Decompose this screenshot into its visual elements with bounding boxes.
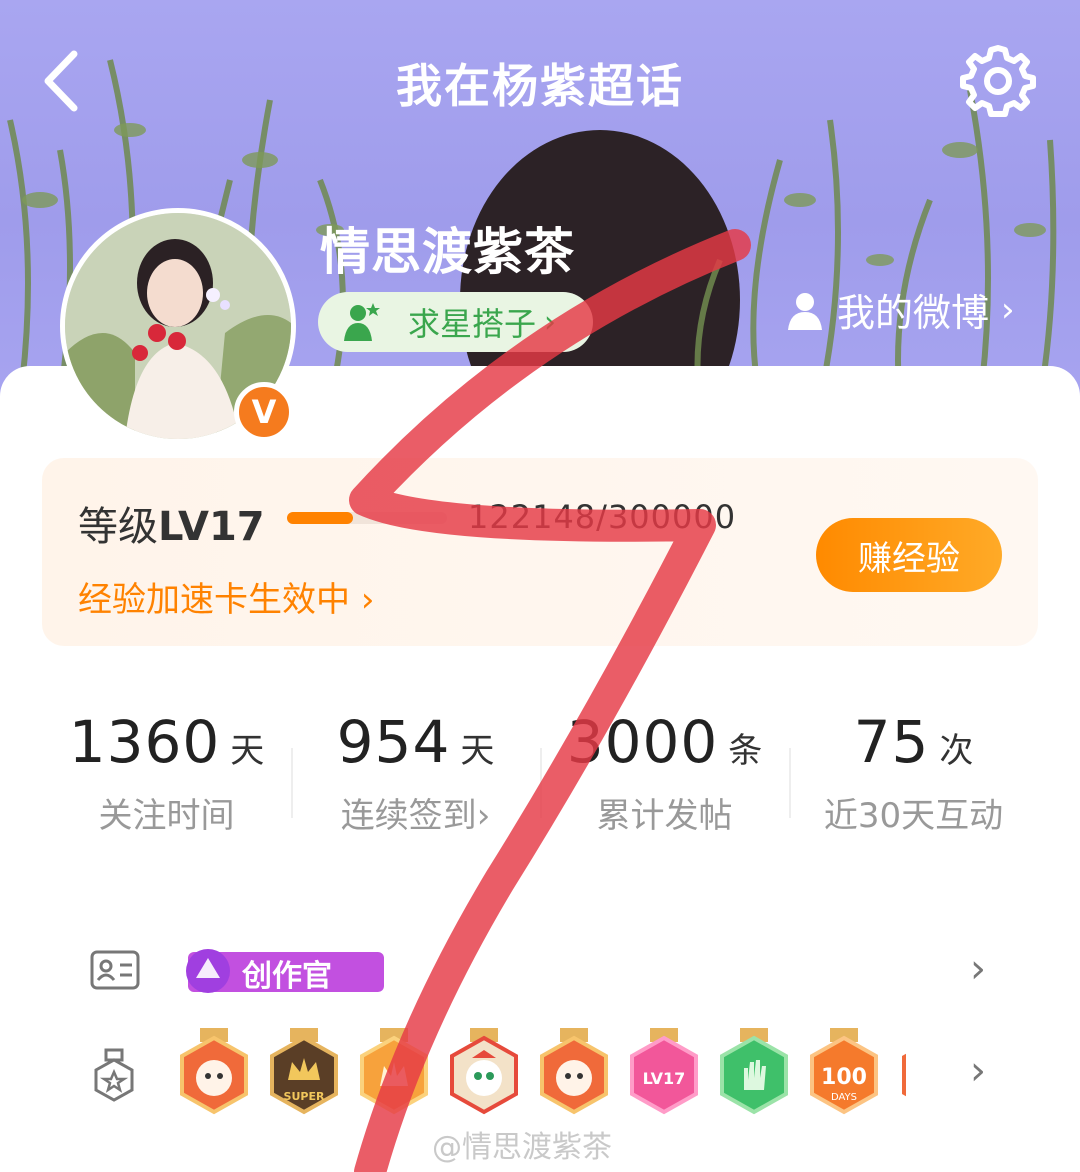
stat-unit: 天 [460,731,495,771]
stat-label: 近30天互动 [823,796,1004,836]
level-panel: 等级LV17 122148/300000 经验加速卡生效中 › 赚经验 [42,458,1038,646]
stat-value: 3000 [566,708,719,776]
dragon-medal-icon [180,1028,248,1115]
stat-follow-days: 1360 天 关注时间 [42,708,291,837]
100-days-medal-icon: 100 DAYS [810,1028,878,1115]
level-progress-bar [287,512,447,524]
person-star-icon [344,303,380,341]
exp-boost-label: 经验加速卡生效中 [78,580,350,620]
settings-gear-icon[interactable] [958,40,1038,120]
exp-boost-link[interactable]: 经验加速卡生效中 › [78,572,374,621]
medal-subtext: DAYS [831,1092,857,1103]
chevron-right-icon: › [544,304,557,340]
stat-unit: 条 [728,731,763,771]
stat-label: 关注时间 [98,796,235,836]
stats-panel: 1360 天 关注时间 954 天 连续签到› 3000 条 累计发帖 75 次 近30… [42,668,1038,878]
chevron-right-icon: › [476,796,491,836]
watermark: @情思渡紫茶 [432,1130,612,1165]
super-crown-medal-icon: SUPER [270,1028,338,1115]
person-icon [788,292,822,330]
stat-value: 75 [853,708,930,776]
stat-unit: 天 [230,731,265,771]
medal-text: SUPER [284,1090,325,1103]
my-weibo-label: 我的微博 [837,291,990,335]
stat-interactions-30d: 75 次 近30天互动 [789,708,1038,837]
creator-badge-label: 创作官 [242,959,332,994]
stat-checkin-streak[interactable]: 954 天 连续签到› [291,708,540,837]
earn-experience-button[interactable]: 赚经验 [816,518,1002,592]
id-card-icon [90,950,140,990]
chevron-right-icon: › [1001,289,1015,330]
badges-panel: 创作官 › SUPER LV17 100 DAYS › [42,898,1038,1150]
chevron-right-icon: › [360,580,375,620]
verified-v-badge: V [234,382,294,442]
my-weibo-link[interactable]: 我的微博 › [785,282,1015,337]
level-value: LV17 [158,504,265,550]
stat-value: 1360 [68,708,221,776]
gold-crown-medal-icon [360,1028,428,1115]
stat-label: 累计发帖 [596,796,733,836]
dragon-face-medal-icon [450,1028,518,1115]
seek-partner-tag[interactable]: 求星搭子 › [318,292,593,352]
medal-partial [898,1028,906,1116]
hand-medal-icon [720,1028,788,1115]
stat-value: 954 [336,708,451,776]
level-label: 等级 [78,504,158,550]
lv17-medal-icon: LV17 [630,1028,698,1115]
experience-count: 122148/300000 [468,498,737,536]
stat-unit: 次 [939,731,974,771]
top-navigation-bar: 我在杨紫超话 [0,0,1080,160]
medal-text: 100 [821,1065,867,1090]
level-text: 等级LV17 [78,494,265,552]
medal-outline-icon [94,1048,134,1102]
creator-badge[interactable]: 创作官 [178,948,384,994]
page-title: 我在杨紫超话 [396,59,684,113]
chevron-right-icon[interactable]: › [970,946,986,992]
level-progress-fill [287,512,353,524]
chevron-right-icon[interactable]: › [970,1048,986,1094]
seek-partner-label: 求星搭子 [408,305,537,343]
stat-total-posts: 3000 条 累计发帖 [540,708,789,837]
medal-text: LV17 [643,1069,686,1088]
dragon-medal-icon [540,1028,608,1115]
username: 情思渡紫茶 [320,223,575,281]
stat-label: 连续签到 [340,796,477,836]
